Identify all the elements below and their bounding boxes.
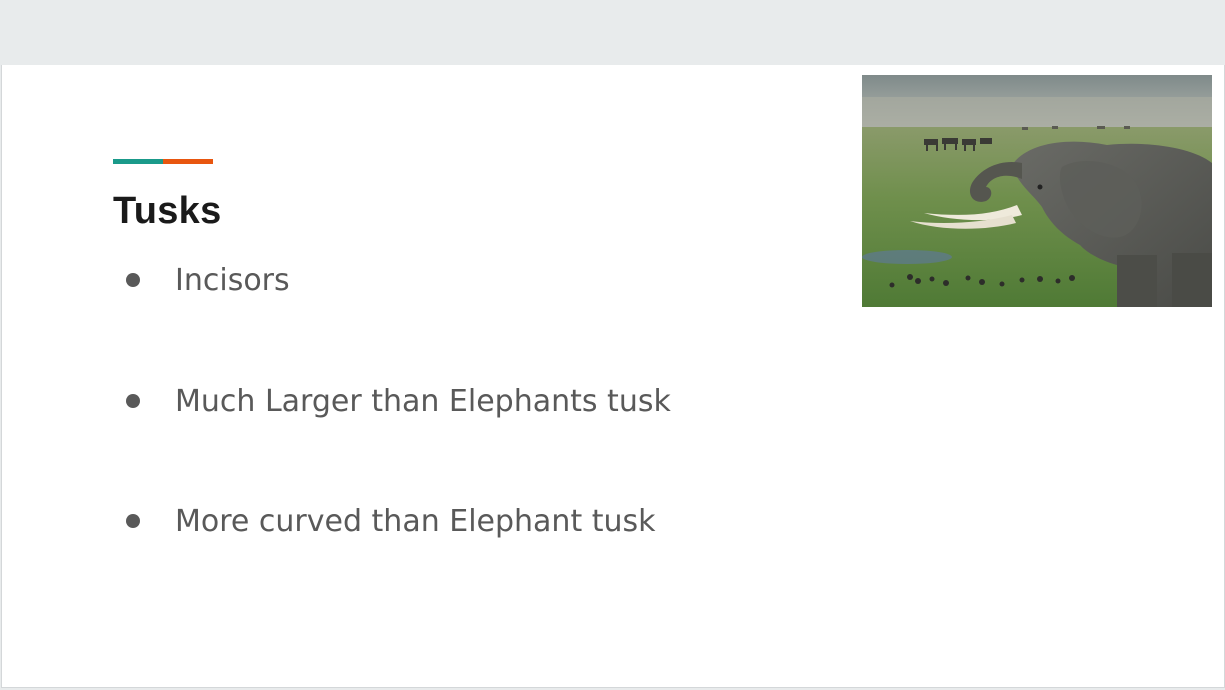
accent-segment-teal bbox=[113, 159, 163, 164]
bullet-text: Incisors bbox=[175, 262, 290, 298]
slide-canvas[interactable]: Tusks Incisors Much Larger than Elephant… bbox=[1, 65, 1225, 688]
list-item[interactable]: Incisors bbox=[113, 255, 813, 305]
list-item[interactable]: More curved than Elephant tusk bbox=[113, 496, 813, 546]
editor-top-strip bbox=[0, 0, 1225, 65]
bullet-text: Much Larger than Elephants tusk bbox=[175, 383, 671, 419]
bullet-dot-icon bbox=[126, 514, 140, 528]
bullet-dot-icon bbox=[126, 273, 140, 287]
list-item[interactable]: Much Larger than Elephants tusk bbox=[113, 376, 813, 426]
elephant-photo-graphic bbox=[862, 75, 1212, 307]
slide-title[interactable]: Tusks bbox=[113, 188, 222, 234]
title-accent-bar bbox=[113, 159, 213, 164]
bullet-text: More curved than Elephant tusk bbox=[175, 503, 656, 539]
bullet-dot-icon bbox=[126, 394, 140, 408]
elephant-photo[interactable] bbox=[862, 75, 1212, 307]
accent-segment-orange bbox=[163, 159, 213, 164]
